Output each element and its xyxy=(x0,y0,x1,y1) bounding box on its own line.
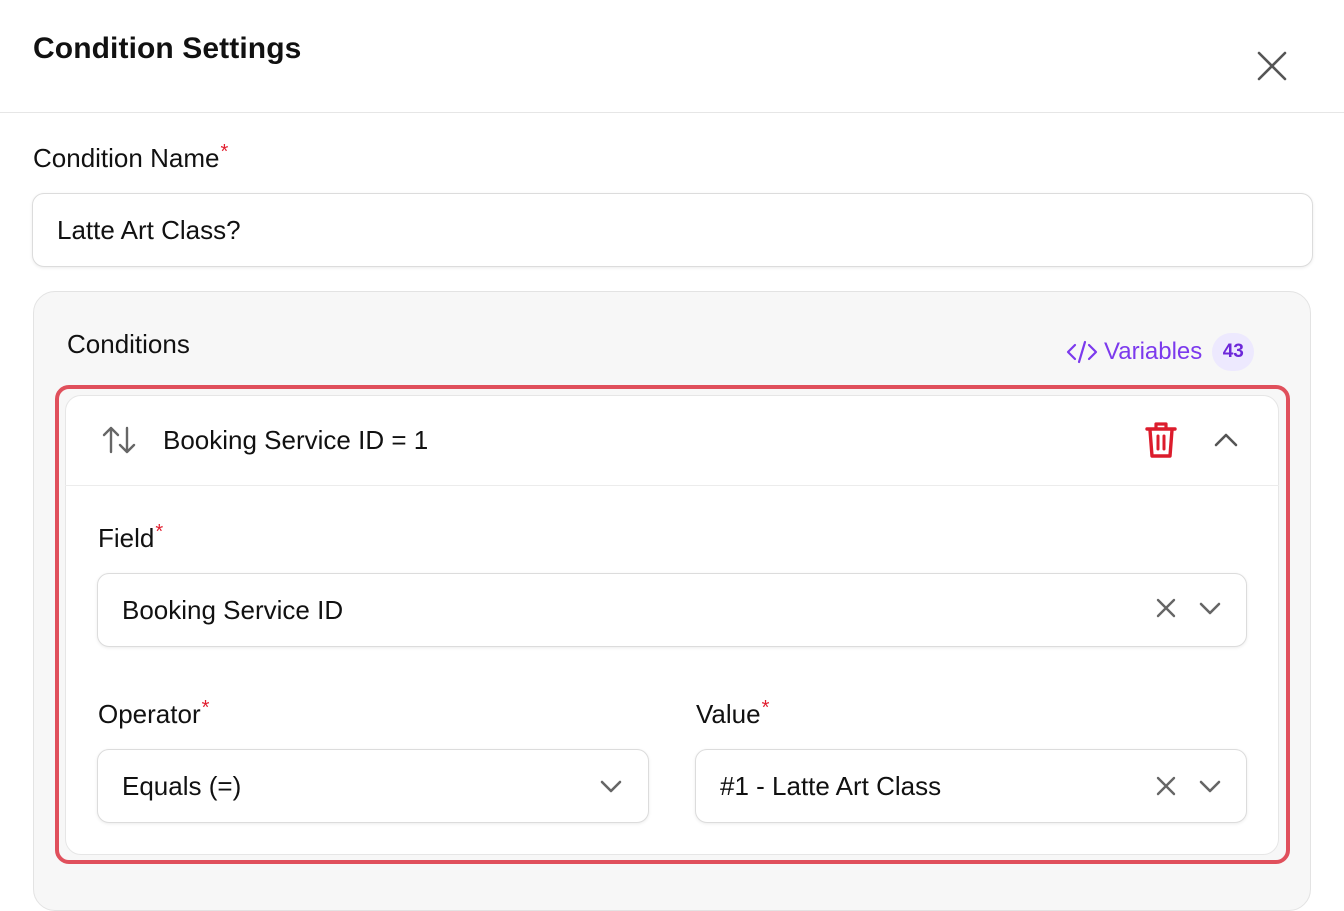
required-mark: * xyxy=(220,141,229,163)
conditions-label: Conditions xyxy=(67,329,190,359)
field-label: Field* xyxy=(98,521,164,554)
operator-label-text: Operator xyxy=(98,699,201,729)
field-select-value: Booking Service ID xyxy=(122,594,344,625)
chevron-down-icon xyxy=(1199,780,1221,793)
dropdown-toggle[interactable] xyxy=(1197,775,1223,797)
value-select-value: #1 - Latte Art Class xyxy=(720,770,942,801)
chevron-down-icon xyxy=(600,780,622,793)
clear-x-icon xyxy=(1156,776,1176,796)
variables-button[interactable]: Variables 43 xyxy=(1066,333,1255,371)
dialog-title: Condition Settings xyxy=(33,32,302,65)
operator-select[interactable]: Equals (=) xyxy=(97,749,649,823)
value-label: Value* xyxy=(696,697,770,730)
required-mark: * xyxy=(155,521,164,543)
value-label-text: Value xyxy=(696,699,761,729)
chevron-down-icon xyxy=(1199,602,1221,615)
condition-rule-summary: Booking Service ID = 1 xyxy=(163,425,429,455)
clear-x-icon xyxy=(1156,598,1176,618)
sort-arrows-icon[interactable] xyxy=(101,422,137,458)
close-button[interactable] xyxy=(1252,46,1292,86)
field-select-controls xyxy=(1155,597,1223,619)
condition-name-label-text: Condition Name xyxy=(33,143,220,173)
operator-select-value: Equals (=) xyxy=(122,770,242,801)
trash-icon[interactable] xyxy=(1144,420,1178,460)
operator-label: Operator* xyxy=(98,697,210,730)
condition-name-input[interactable]: Latte Art Class? xyxy=(32,193,1313,267)
clear-button[interactable] xyxy=(1155,597,1177,619)
value-select-controls xyxy=(1155,775,1223,797)
dialog-header: Condition Settings xyxy=(0,0,1344,113)
variables-label: Variables xyxy=(1104,338,1203,365)
dropdown-toggle[interactable] xyxy=(598,775,624,797)
code-brackets-icon xyxy=(1066,340,1098,364)
variables-count-badge: 43 xyxy=(1212,333,1255,371)
required-mark: * xyxy=(761,697,770,719)
dropdown-toggle[interactable] xyxy=(1197,597,1223,619)
condition-name-value: Latte Art Class? xyxy=(57,214,241,245)
operator-select-controls xyxy=(598,775,624,797)
field-label-text: Field xyxy=(98,523,155,553)
required-mark: * xyxy=(201,697,210,719)
close-icon xyxy=(1257,51,1287,81)
clear-button[interactable] xyxy=(1155,775,1177,797)
field-select[interactable]: Booking Service ID xyxy=(97,573,1247,647)
chevron-up-icon[interactable] xyxy=(1210,425,1242,455)
condition-name-label: Condition Name* xyxy=(33,141,229,174)
